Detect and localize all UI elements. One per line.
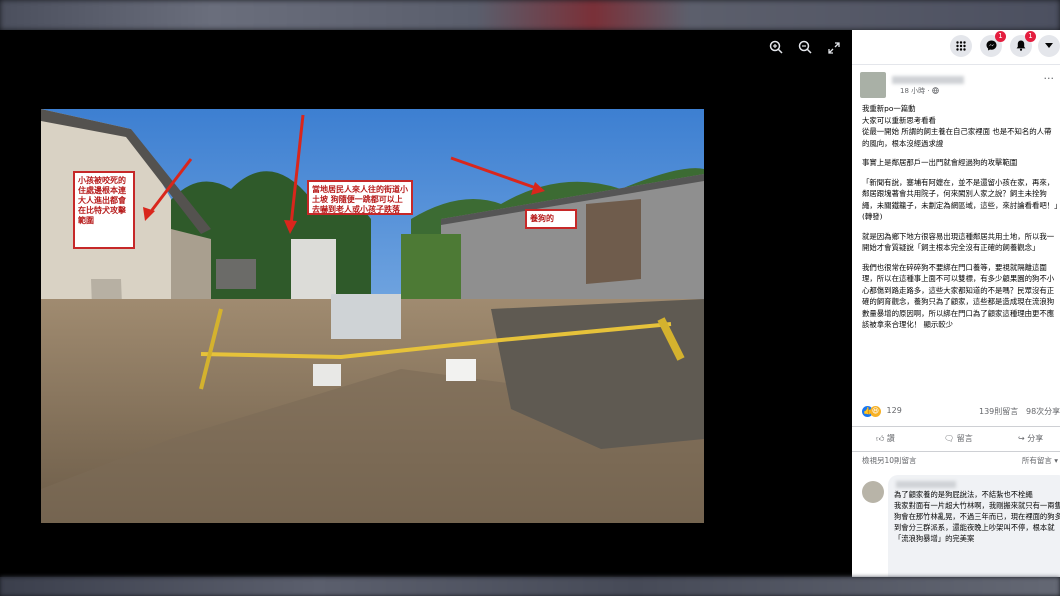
zoom-out-icon[interactable] bbox=[794, 38, 816, 60]
comment-line: 我家對面有一片超大竹林啊，我剛搬來就只有一兩隻狗會在那竹林亂晃，不過三年而已，現… bbox=[894, 501, 1060, 543]
bell-icon[interactable]: 1 bbox=[1010, 31, 1036, 57]
comment-filter-dropdown[interactable]: 所有留言 ▾ bbox=[1022, 455, 1058, 466]
chevron-down-icon[interactable] bbox=[1038, 35, 1060, 57]
reaction-summary: 👍😆 129 139則留言 98次分享 bbox=[862, 405, 1060, 419]
reaction-icons[interactable]: 👍😆 129 bbox=[862, 405, 902, 417]
like-button[interactable]: 👍︎ 讚 bbox=[876, 433, 895, 444]
comment-button[interactable]: 🗨︎ 留言 bbox=[944, 433, 973, 444]
post-more-options[interactable]: ··· bbox=[1044, 72, 1055, 85]
photo-callout-3: 養狗的 bbox=[525, 209, 577, 229]
author-avatar[interactable] bbox=[860, 72, 886, 98]
grid-icon[interactable] bbox=[950, 35, 972, 57]
post-paragraph: 我重新po一篇動 大家可以重新思考看看 從最一開始 所謂的飼主養在自己家裡面 也… bbox=[862, 104, 1052, 148]
globe-icon bbox=[932, 87, 939, 94]
author-name-blurred[interactable] bbox=[892, 76, 964, 84]
notifications-badge: 1 bbox=[1025, 31, 1036, 42]
top-bar: 1 1 bbox=[852, 30, 1060, 65]
share-icon: ↪︎ bbox=[1018, 434, 1025, 443]
like-label: 讚 bbox=[886, 434, 895, 443]
zoom-in-icon[interactable] bbox=[765, 38, 787, 60]
post-actions: 👍︎ 讚 🗨︎ 留言 ↪︎ 分享 bbox=[852, 426, 1060, 452]
reaction-count[interactable]: 129 bbox=[887, 405, 902, 416]
post-paragraph: 「新聞有說，塞埔有阿嬤在，並不是還留小孩在家，再來，鄰居跟塊著會共用院子，何來闖… bbox=[862, 177, 1058, 222]
comment-line: 為了顧家養的是狗屁說法，不結紮也不栓繩 bbox=[894, 490, 1033, 499]
comment-bubble: 為了顧家養的是狗屁說法，不結紮也不栓繩 我家對面有一片超大竹林啊，我剛搬來就只有… bbox=[888, 475, 1060, 577]
fullscreen-icon[interactable] bbox=[823, 38, 845, 60]
post-paragraph: 事實上是鄰居那戶一出門就會經過狗的攻擊範圍 bbox=[862, 158, 1018, 167]
comment-label: 留言 bbox=[956, 434, 973, 443]
commenter-name-blurred[interactable] bbox=[896, 481, 956, 488]
background-blur-bottom bbox=[0, 577, 1060, 596]
post-paragraph: 我們也很常在碎碎狗不要綁在門口養等，要視就隔離這圍理，所以在這種事上面不可以雙標… bbox=[862, 262, 1055, 330]
post-side-panel: 1 1 18 小時 · ··· 我重新po一篇動 大家可以重新思考看看 從最一開… bbox=[852, 30, 1060, 577]
messenger-badge: 1 bbox=[995, 31, 1006, 42]
haha-reaction-icon: 😆 bbox=[870, 406, 881, 417]
post-header: 18 小時 · ··· bbox=[860, 72, 1060, 98]
share-button[interactable]: ↪︎ 分享 bbox=[1018, 433, 1043, 444]
photo-callout-1: 小孩被咬死的住處邊根本連大人進出都會在比特犬攻擊範圍 bbox=[73, 171, 135, 249]
comment-text: 為了顧家養的是狗屁說法，不結紮也不栓繩 我家對面有一片超大竹林啊，我剛搬來就只有… bbox=[894, 489, 1060, 544]
view-more-comments[interactable]: 檢視另10則留言 bbox=[862, 455, 917, 466]
photo-viewer: 小孩被咬死的住處邊根本連大人進出都會在比特犬攻擊範圍 當地居民人來人往的街道小土… bbox=[0, 30, 852, 577]
photo-callout-2: 當地居民人來人往的街道小土坡 狗隨便一跳都可以上去嚇到老人或小孩子跌落 bbox=[307, 180, 413, 215]
thumbs-up-icon: 👍︎ bbox=[876, 434, 885, 443]
shares-count[interactable]: 98次分享 bbox=[1026, 406, 1060, 417]
post-timestamp[interactable]: 18 小時 · bbox=[900, 86, 939, 96]
commenter-avatar[interactable] bbox=[862, 481, 884, 503]
messenger-icon[interactable]: 1 bbox=[980, 31, 1006, 57]
post-photo: 小孩被咬死的住處邊根本連大人進出都會在比特犬攻擊範圍 當地居民人來人往的街道小土… bbox=[41, 109, 704, 523]
post-body: 我重新po一篇動 大家可以重新思考看看 從最一開始 所謂的飼主養在自己家裡面 也… bbox=[862, 103, 1058, 331]
comments-count[interactable]: 139則留言 bbox=[979, 406, 1018, 417]
comment-icon: 🗨︎ bbox=[944, 434, 955, 443]
post-time-text: 18 小時 · bbox=[900, 87, 932, 95]
share-label: 分享 bbox=[1027, 434, 1044, 443]
background-blur-top bbox=[0, 0, 1060, 30]
post-paragraph: 就是因為鄉下地方很容易出現這種鄰居共用土地，所以我一開始才會質疑說「飼主根本完全… bbox=[862, 231, 1055, 253]
